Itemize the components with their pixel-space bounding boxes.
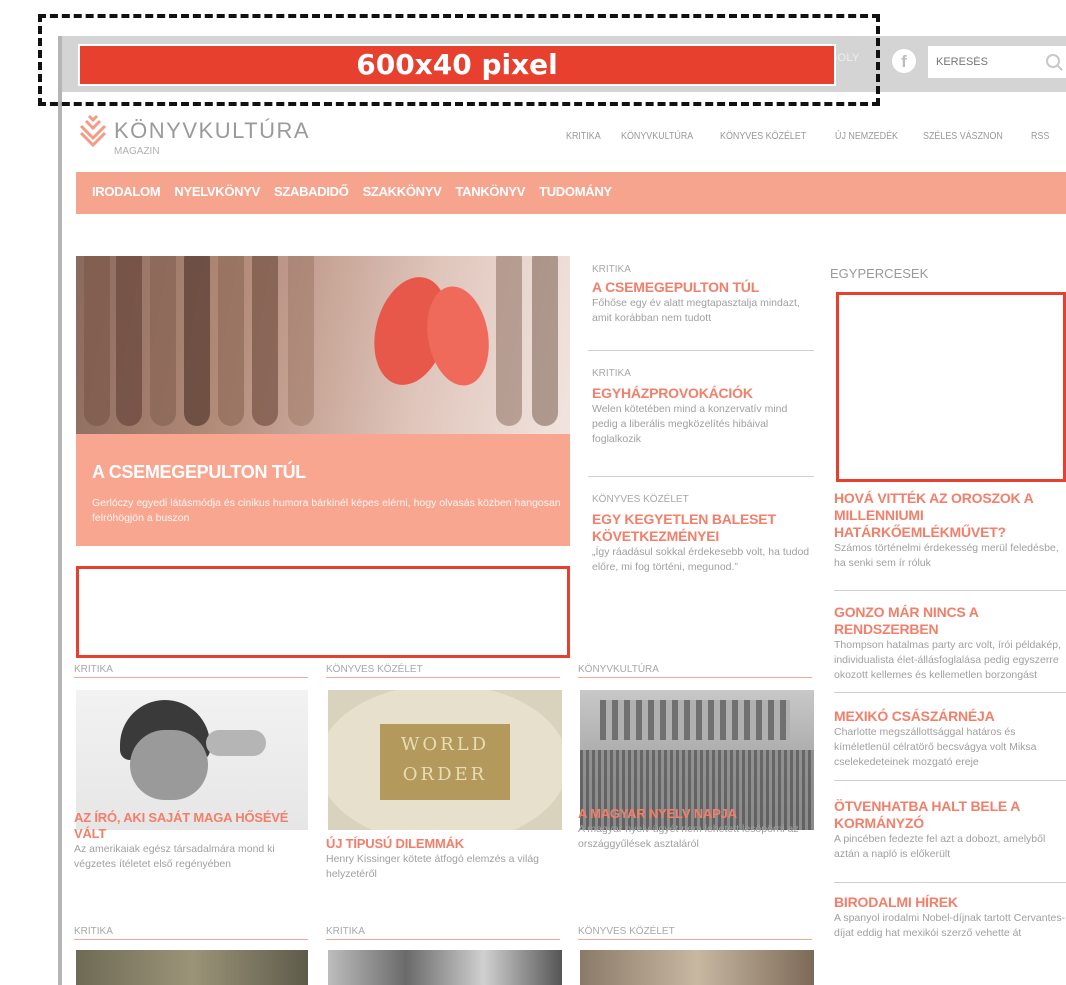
article-category: KRITIKA [592, 264, 631, 275]
article-category: KRITIKA [592, 368, 631, 379]
hero-image [76, 256, 570, 434]
divider [834, 692, 1066, 693]
divider [834, 780, 1066, 781]
card-category: KRITIKA [74, 926, 113, 937]
card[interactable]: KÖNYVKULTÚRA [578, 664, 812, 678]
category-item[interactable]: SZAKKÖNYV [363, 184, 442, 199]
right-item[interactable]: ÖTVENHATBA HALT BELE A KORMÁNYZÓ A pincé… [834, 798, 1066, 862]
card-image[interactable] [328, 950, 562, 985]
card-category: KÖNYVKULTÚRA [578, 664, 659, 675]
card-image[interactable]: WORLD ORDER [328, 690, 562, 830]
card-image[interactable] [580, 950, 814, 985]
hero-title[interactable]: A CSEMEGEPULTON TÚL [92, 462, 306, 483]
right-item-title[interactable]: BIRODALMI HÍREK [834, 894, 1066, 911]
article-title[interactable]: A CSEMEGEPULTON TÚL [592, 279, 814, 296]
card[interactable]: KRITIKA [74, 926, 308, 940]
card-category-underline [578, 677, 812, 678]
right-item[interactable]: GONZO MÁR NINCS A RENDSZERBEN Thompson h… [834, 604, 1066, 683]
card-category-underline [578, 939, 812, 940]
article-description: Welen kötetében mind a konzervatív mind … [592, 403, 788, 445]
right-item-title[interactable]: HOVÁ VITTÉK AZ OROSZOK A MILLENNIUMI HAT… [834, 490, 1066, 541]
article-category: KÖNYVES KÖZÉLET [592, 494, 689, 505]
card-title[interactable]: ÚJ TÍPUSÚ DILEMMÁK [326, 836, 560, 852]
right-item[interactable]: HOVÁ VITTÉK AZ OROSZOK A MILLENNIUMI HAT… [834, 490, 1066, 571]
logo-icon[interactable] [78, 112, 108, 152]
topnav-item[interactable]: KÖNYVKULTÚRA [621, 130, 693, 142]
card-description: Az amerikaiak egész társadalmára mond ki… [74, 843, 275, 870]
search-icon[interactable] [1046, 54, 1060, 68]
right-item-description: Számos történelmi érdekesség merül feled… [834, 542, 1059, 569]
card-description: Henry Kissinger kötete átfogó elemzés a … [326, 853, 540, 880]
card-text[interactable]: A MAGYAR NYELV NAPJA A magyar nyelv ügyé… [578, 806, 812, 852]
right-item-description: A pincében fedezte fel azt a dobozt, ame… [834, 833, 1046, 860]
card-text[interactable]: AZ ÍRÓ, AKI SAJÁT MAGA HŐSÉVÉ VÁLT Az am… [74, 810, 308, 872]
topnav-item[interactable]: ÚJ NEMZEDÉK [835, 130, 898, 142]
card-image[interactable] [76, 950, 308, 985]
card-title[interactable]: A MAGYAR NYELV NAPJA [578, 806, 812, 822]
divider [588, 476, 814, 477]
logo-name[interactable]: KÖNYVKULTÚRA [114, 118, 310, 144]
hero-description: Gerlóczy egyedi látásmódja és cinikus hu… [92, 497, 561, 524]
category-item[interactable]: SZABADIDŐ [274, 184, 349, 199]
card[interactable]: KRITIKA [326, 926, 560, 940]
logo-subtitle: MAGAZIN [114, 146, 160, 157]
card-category: KÖNYVES KÖZÉLET [578, 926, 675, 937]
ad-slot [76, 566, 570, 658]
hero-article[interactable]: A CSEMEGEPULTON TÚL Gerlóczy egyedi látá… [76, 256, 570, 546]
book-cover-title: WORLD ORDER [400, 734, 490, 785]
article-title[interactable]: EGYHÁZPROVOKÁCIÓK [592, 385, 814, 402]
right-item-title[interactable]: MEXIKÓ CSÁSZÁRNÉJA [834, 708, 1066, 725]
card-description: A magyar nyelv ügyét nem lehetett lesöpö… [578, 823, 799, 850]
egypercesek-heading: EGYPERCESEK [830, 266, 929, 281]
card-text[interactable]: ÚJ TÍPUSÚ DILEMMÁK Henry Kissinger kötet… [326, 836, 560, 882]
card-category-underline [74, 677, 308, 678]
divider [588, 350, 814, 351]
card[interactable]: KRITIKA [74, 664, 308, 678]
category-item[interactable]: IRODALOM [92, 184, 161, 199]
facebook-icon[interactable]: f [892, 49, 916, 73]
right-item-title[interactable]: ÖTVENHATBA HALT BELE A KORMÁNYZÓ [834, 798, 1066, 832]
category-nav: IRODALOM NYELVKÖNYV SZABADIDŐ SZAKKÖNYV … [92, 184, 612, 199]
ad-banner-600x40: 600x40 pixel [78, 44, 836, 86]
card[interactable]: KÖNYVES KÖZÉLET [578, 926, 812, 940]
top-nav: KRITIKA KÖNYVKULTÚRA KÖNYVES KÖZÉLET ÚJ … [566, 130, 1053, 142]
article-title[interactable]: EGY KEGYETLEN BALESET KÖVETKEZMÉNYEI [592, 511, 814, 545]
card-image[interactable] [76, 690, 308, 830]
topnav-item[interactable]: RSS [1031, 130, 1049, 142]
right-item[interactable]: BIRODALMI HÍREK A spanyol irodalmi Nobel… [834, 894, 1066, 941]
right-item-title[interactable]: GONZO MÁR NINCS A RENDSZERBEN [834, 604, 1066, 638]
card-category: KRITIKA [74, 664, 113, 675]
category-item[interactable]: NYELVKÖNYV [174, 184, 260, 199]
card[interactable]: KÖNYVES KÖZÉLET [326, 664, 560, 678]
right-item[interactable]: MEXIKÓ CSÁSZÁRNÉJA Charlotte megszállott… [834, 708, 1066, 770]
right-item-description: A spanyol irodalmi Nobel-díjnak tartott … [834, 912, 1066, 939]
topnav-item[interactable]: SZÉLES VÁSZNON [923, 130, 1003, 142]
right-item-description: Charlotte megszállottsággal határos és k… [834, 726, 1037, 768]
card-category: KÖNYVES KÖZÉLET [326, 664, 423, 675]
card-category-underline [326, 939, 560, 940]
card-title[interactable]: AZ ÍRÓ, AKI SAJÁT MAGA HŐSÉVÉ VÁLT [74, 810, 308, 842]
card-category: KRITIKA [326, 926, 365, 937]
divider [834, 590, 1066, 591]
right-item-description: Thompson hatalmas party arc volt, írói p… [834, 639, 1062, 681]
card-category-underline [326, 677, 560, 678]
category-item[interactable]: TANKÖNYV [455, 184, 525, 199]
divider [834, 882, 1066, 883]
topnav-item[interactable]: KÖNYVES KÖZÉLET [720, 130, 806, 142]
category-item[interactable]: TUDOMÁNY [539, 184, 612, 199]
article-description: „Így ráadásul sokkal érdekesebb volt, ha… [592, 546, 810, 573]
mid-article[interactable]: KÖNYVES KÖZÉLET EGY KEGYETLEN BALESET KÖ… [592, 494, 814, 575]
mid-article[interactable]: KRITIKA A CSEMEGEPULTON TÚL Főhőse egy é… [592, 264, 814, 326]
topnav-item[interactable]: KRITIKA [566, 130, 601, 142]
ad-slot-right [836, 292, 1066, 482]
article-description: Főhőse egy év alatt megtapasztalja minda… [592, 297, 800, 324]
card-category-underline [74, 939, 308, 940]
mid-article[interactable]: KRITIKA EGYHÁZPROVOKÁCIÓK Welen kötetébe… [592, 368, 814, 447]
